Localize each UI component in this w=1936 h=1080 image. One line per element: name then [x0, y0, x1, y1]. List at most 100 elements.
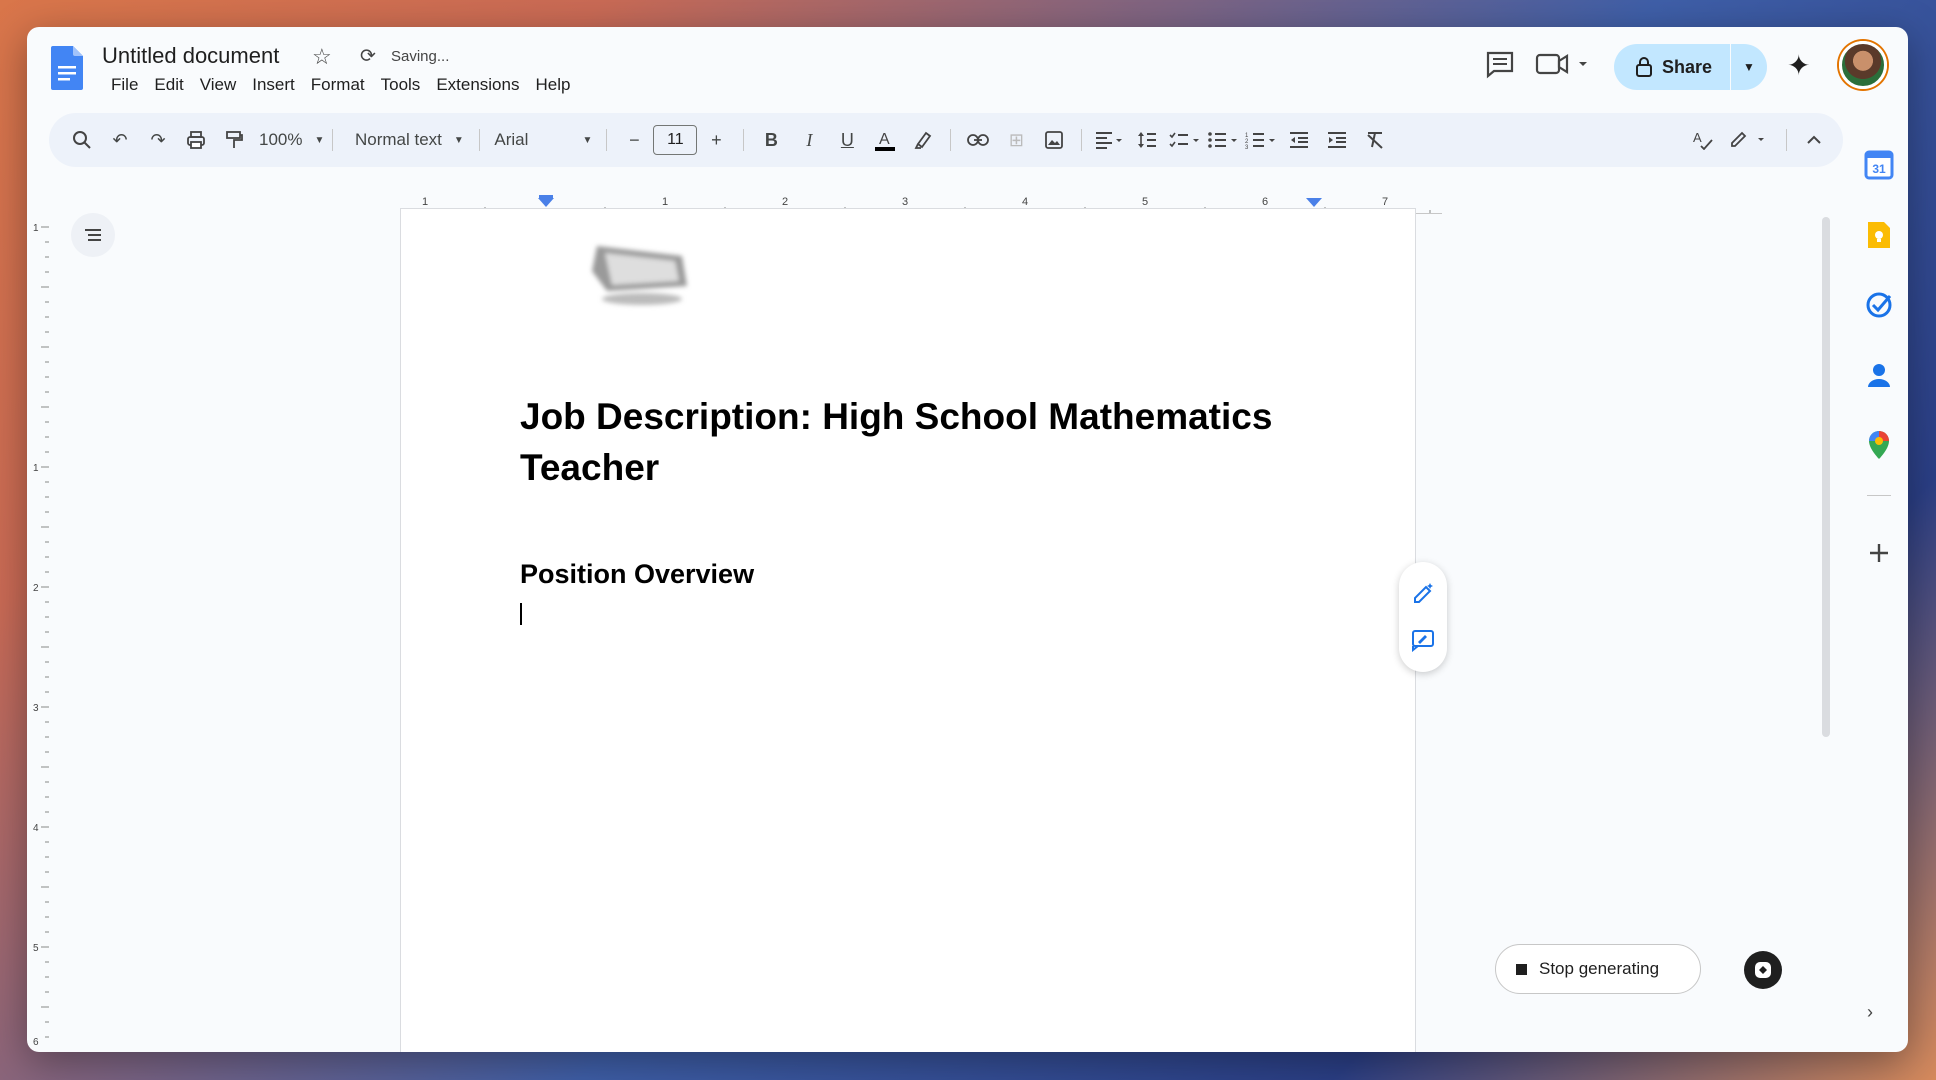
ruler-label: 1: [33, 223, 39, 234]
add-icon[interactable]: [1863, 537, 1895, 569]
suggest-edits-icon[interactable]: [1411, 628, 1435, 652]
right-indent-marker[interactable]: [1306, 198, 1322, 207]
paint-format-icon[interactable]: [215, 122, 253, 158]
font-select[interactable]: Arial ▼: [488, 122, 598, 158]
maps-icon[interactable]: [1863, 429, 1895, 461]
underline-icon[interactable]: U: [828, 122, 866, 158]
document-title[interactable]: Untitled document: [102, 43, 279, 69]
text-color-icon[interactable]: A: [866, 122, 904, 158]
collapse-toolbar-icon[interactable]: [1795, 122, 1833, 158]
decrease-font-size-icon[interactable]: −: [615, 122, 653, 158]
bold-icon[interactable]: B: [752, 122, 790, 158]
contacts-icon[interactable]: [1863, 359, 1895, 391]
comment-icon[interactable]: [1483, 49, 1517, 79]
keep-icon[interactable]: [1863, 219, 1895, 251]
caret-down-icon: ▼: [582, 134, 593, 146]
video-camera-icon[interactable]: [1535, 49, 1595, 79]
menu-extensions[interactable]: Extensions: [428, 73, 527, 97]
font-value: Arial: [494, 130, 529, 149]
vertical-scrollbar[interactable]: [1822, 217, 1830, 737]
ruler-label: 5: [33, 943, 39, 954]
calendar-icon[interactable]: 31: [1863, 149, 1895, 181]
increase-font-size-icon[interactable]: +: [697, 122, 735, 158]
line-spacing-icon[interactable]: [1128, 122, 1166, 158]
svg-text:31: 31: [1872, 162, 1886, 176]
share-dropdown-icon[interactable]: ▼: [1731, 60, 1767, 74]
share-label: Share: [1662, 56, 1713, 77]
menu-view[interactable]: View: [192, 73, 245, 97]
document-page[interactable]: [400, 208, 1416, 1052]
vertical-ruler: 1 1 2 3 4 5 6: [33, 223, 49, 1048]
menu-tools[interactable]: Tools: [373, 73, 429, 97]
ruler-label: 2: [33, 583, 39, 594]
ruler-label: 7: [1382, 196, 1388, 208]
redo-icon[interactable]: ↷: [139, 122, 177, 158]
toolbar-divider: [1786, 129, 1787, 151]
editing-mode-icon[interactable]: [1722, 122, 1778, 158]
search-icon[interactable]: [63, 122, 101, 158]
toolbar: ↶ ↷ 100% ▼ Normal text ▼ Arial ▼ − 11 + …: [49, 113, 1843, 167]
tasks-icon[interactable]: [1863, 289, 1895, 321]
menu-help[interactable]: Help: [527, 73, 578, 97]
highlight-icon[interactable]: [904, 122, 942, 158]
document-heading[interactable]: Job Description: High School Mathematics…: [520, 391, 1340, 493]
ruler-label: 5: [1142, 196, 1148, 208]
stop-generating-button[interactable]: Stop generating: [1495, 944, 1701, 994]
save-status: Saving...: [391, 48, 450, 65]
menu-file[interactable]: File: [103, 73, 146, 97]
ruler-label: 1: [33, 463, 39, 474]
add-comment-icon[interactable]: ⊞: [997, 122, 1035, 158]
checklist-icon[interactable]: [1166, 122, 1204, 158]
chevron-right-icon[interactable]: ›: [1867, 1002, 1873, 1023]
align-icon[interactable]: [1090, 122, 1128, 158]
menu-format[interactable]: Format: [303, 73, 373, 97]
svg-text:A: A: [1693, 130, 1702, 145]
docs-logo-icon[interactable]: [51, 46, 83, 90]
decrease-indent-icon[interactable]: [1280, 122, 1318, 158]
svg-text:3: 3: [1245, 145, 1249, 149]
toolbar-divider: [743, 129, 745, 151]
toolbar-divider: [1081, 129, 1083, 151]
left-indent-marker[interactable]: [538, 198, 554, 207]
undo-icon[interactable]: ↶: [101, 122, 139, 158]
share-button-group: Share ▼: [1614, 44, 1767, 90]
avatar[interactable]: [1839, 41, 1887, 89]
ruler-label: 6: [33, 1037, 39, 1048]
toolbar-divider: [606, 129, 608, 151]
font-size-input[interactable]: 11: [653, 125, 698, 155]
app-window: Untitled document ☆ ⟳ Saving... File Edi…: [27, 27, 1908, 1052]
italic-icon[interactable]: I: [790, 122, 828, 158]
menu-insert[interactable]: Insert: [244, 73, 303, 97]
toolbar-divider: [479, 129, 481, 151]
ai-assistant-icon[interactable]: [1744, 951, 1782, 989]
increase-indent-icon[interactable]: [1318, 122, 1356, 158]
stop-generating-label: Stop generating: [1539, 959, 1660, 978]
lock-icon: [1636, 57, 1652, 77]
zoom-select[interactable]: 100% ▼: [253, 122, 324, 158]
sparkle-icon[interactable]: ✦: [1787, 49, 1810, 82]
help-me-write-icon[interactable]: [1411, 582, 1435, 606]
ruler-label: 6: [1262, 196, 1268, 208]
link-icon[interactable]: [959, 122, 997, 158]
style-select[interactable]: Normal text ▼: [341, 122, 471, 158]
print-icon[interactable]: [177, 122, 215, 158]
ruler-label: 1: [662, 196, 668, 208]
caret-down-icon: ▼: [453, 134, 464, 146]
star-icon[interactable]: ☆: [312, 44, 332, 70]
share-button[interactable]: Share: [1614, 44, 1730, 90]
section-heading[interactable]: Position Overview: [520, 559, 754, 590]
clear-formatting-icon[interactable]: [1356, 122, 1394, 158]
title-bar: Untitled document ☆ ⟳ Saving... File Edi…: [27, 27, 1908, 107]
first-line-indent-marker[interactable]: [539, 195, 553, 198]
document-outline-icon[interactable]: [71, 213, 115, 257]
ruler-label: 4: [33, 823, 39, 834]
spellcheck-icon[interactable]: A: [1684, 122, 1722, 158]
insert-image-icon[interactable]: [1035, 122, 1073, 158]
document-image[interactable]: [587, 231, 695, 311]
numbered-list-icon[interactable]: 123: [1242, 122, 1280, 158]
style-value: Normal text: [354, 130, 442, 149]
caret-down-icon: ▼: [314, 134, 325, 146]
bulleted-list-icon[interactable]: [1204, 122, 1242, 158]
text-cursor: [520, 603, 522, 625]
menu-edit[interactable]: Edit: [146, 73, 191, 97]
